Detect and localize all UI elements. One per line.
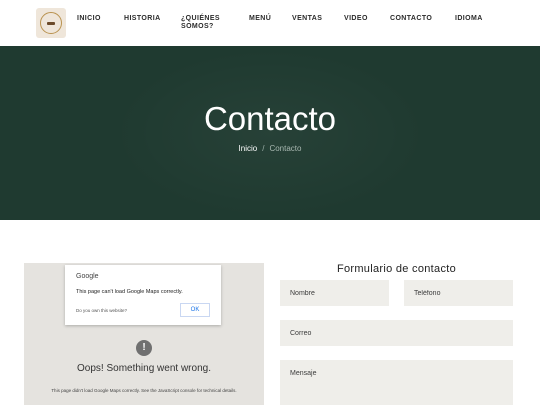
breadcrumb-current: Contacto (269, 144, 302, 153)
nav-item-historia[interactable]: HISTORIA (124, 15, 161, 23)
nav-item-video[interactable]: VIDEO (344, 15, 368, 23)
hero-banner: Contacto Inicio / Contacto (0, 46, 540, 220)
top-navigation: INICIO HISTORIA ¿QUIÉNES SOMOS? MENÚ VEN… (0, 0, 540, 46)
nav-item-idioma[interactable]: IDIOMA (455, 15, 483, 23)
restaurant-seal-icon (40, 12, 62, 34)
page-title: Contacto (203, 100, 337, 137)
breadcrumb-separator: / (262, 144, 265, 153)
nav-item-quienes-somos[interactable]: ¿QUIÉNES SOMOS? (181, 15, 220, 31)
contact-form-title: Formulario de contacto (336, 263, 457, 275)
map-error-detail: This page didn't load Google Maps correc… (51, 388, 237, 393)
nav-item-menu[interactable]: MENÚ (249, 15, 271, 23)
exclamation-icon: ! (136, 340, 152, 356)
name-field[interactable] (280, 280, 389, 306)
own-website-link[interactable]: Do you own this website? (76, 308, 127, 313)
maps-error-dialog: Google This page can't load Google Maps … (65, 265, 221, 325)
nav-item-contacto[interactable]: CONTACTO (390, 15, 432, 23)
map-error-title: Oops! Something went wrong. (77, 363, 211, 374)
maps-error-message: This page can't load Google Maps correct… (76, 289, 183, 295)
message-field[interactable] (280, 360, 513, 405)
phone-field[interactable] (404, 280, 513, 306)
nav-item-ventas[interactable]: VENTAS (292, 15, 322, 23)
nav-item-inicio[interactable]: INICIO (77, 15, 101, 23)
map-embed[interactable]: Google This page can't load Google Maps … (24, 263, 264, 405)
ok-button[interactable]: OK (180, 303, 210, 317)
breadcrumb: Inicio / Contacto (0, 144, 540, 154)
breadcrumb-home-link[interactable]: Inicio (239, 144, 258, 153)
nav-item-quienes-line-2: SOMOS? (181, 23, 214, 30)
nav-item-quienes-line-1: ¿QUIÉNES (181, 15, 220, 22)
google-brand-text: Google (76, 273, 99, 280)
email-field[interactable] (280, 320, 513, 346)
site-logo[interactable] (36, 8, 66, 38)
